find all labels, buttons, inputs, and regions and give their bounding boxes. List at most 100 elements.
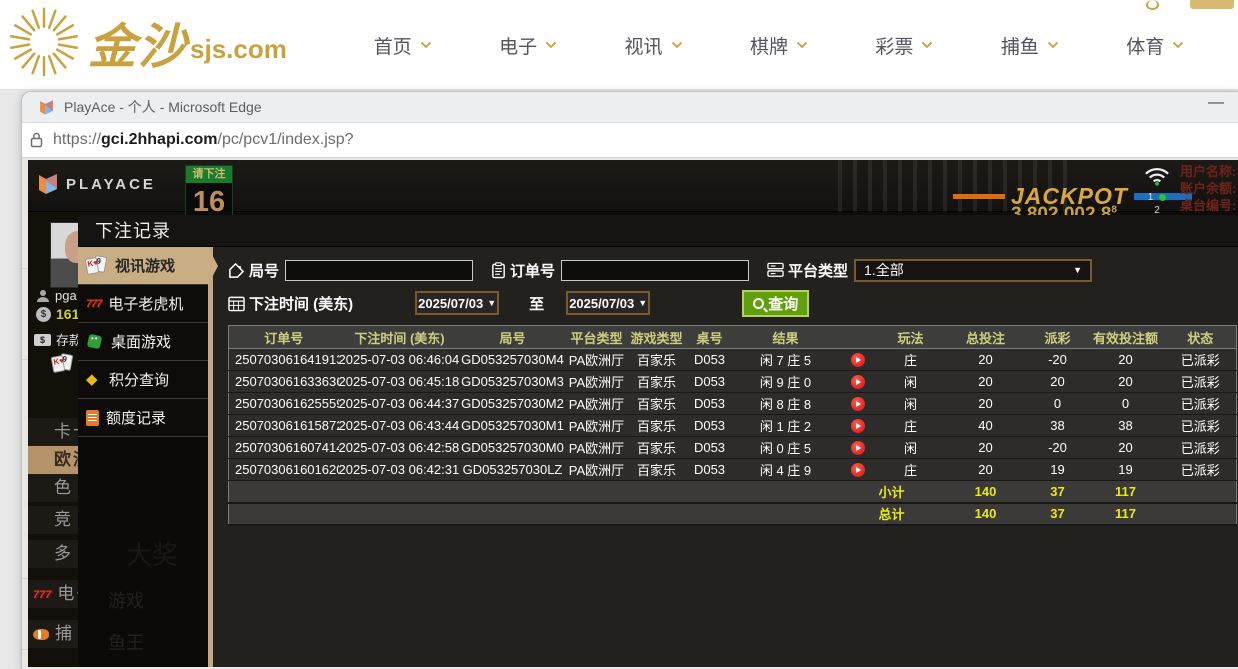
platform-list-icon	[767, 262, 784, 278]
table-row: 2507030616016202025-07-03 06:42:31GD0532…	[229, 459, 1237, 481]
bet-time-label: 下注时间 (美东)	[249, 293, 353, 314]
filter-row-2: 下注时间 (美东) 2025/07/03▼ 至 2025/07/03▼ 查询	[228, 288, 1238, 318]
status-badge: 已派彩	[1165, 459, 1237, 481]
chevron-down-icon	[921, 41, 933, 49]
site-logo-domain: sjs.com	[190, 34, 287, 65]
table-row: 2507030616255592025-07-03 06:44:37GD0532…	[229, 393, 1237, 415]
replay-icon[interactable]	[851, 463, 865, 477]
menu-item-table-games[interactable]: 桌面游戏	[78, 323, 208, 361]
chevron-down-icon	[1047, 41, 1059, 49]
date-from-button[interactable]: 2025/07/03▼	[415, 291, 499, 315]
partial-gold-text	[1190, 0, 1234, 9]
nav-item-cards[interactable]: 棋牌	[750, 32, 808, 59]
username: pga	[55, 288, 77, 303]
ghost-text-2: 鱼王	[108, 629, 144, 655]
filter-row-1: 局号 订单号	[228, 255, 1238, 285]
countdown-label: 请下注	[186, 166, 232, 183]
table-row: 2507030616419132025-07-03 06:46:04GD0532…	[229, 349, 1237, 371]
order-no-input[interactable]	[561, 260, 749, 281]
platform-type-select[interactable]: 1.全部 ▼	[854, 259, 1092, 282]
network-status: 1 2	[1140, 166, 1174, 217]
payout-cell: -20	[1029, 349, 1087, 371]
deposit-row[interactable]: $ 存款	[34, 330, 82, 349]
nav-item-fishing[interactable]: 捕鱼	[1001, 32, 1059, 59]
ghost-text-1: 游戏	[108, 587, 144, 613]
menu-item-video-games[interactable]: 9K♥ 视讯游戏	[78, 247, 208, 285]
lock-icon	[30, 132, 43, 148]
calendar-icon	[228, 295, 245, 312]
tag-icon	[228, 262, 245, 279]
site-logo: 金沙 sjs.com	[6, 4, 287, 80]
fish-icon	[33, 629, 49, 640]
col-order: 订单号	[229, 326, 339, 349]
playace-game: PLAYACE JACKPOT 3,802,002.88 1	[28, 160, 1238, 667]
col-table: 桌号	[685, 326, 735, 349]
cards-icon: 9K♥	[52, 354, 74, 374]
nav-item-lottery[interactable]: 彩票	[875, 32, 933, 59]
game-brand-text: PLAYACE	[66, 176, 156, 193]
round-no-input[interactable]	[285, 260, 473, 281]
col-time: 下注时间 (美东)	[339, 326, 461, 349]
replay-icon[interactable]	[851, 353, 865, 367]
grand-total-label: 总计	[879, 503, 943, 525]
menu-item-slots[interactable]: 777 电子老虎机	[78, 285, 208, 323]
net-line-1: 1	[1140, 191, 1174, 204]
status-badge: 已派彩	[1165, 415, 1237, 437]
watermark-text: 大奖	[126, 535, 178, 572]
account-balance-label: 账户余额:	[1180, 180, 1238, 197]
game-brand: PLAYACE	[36, 172, 156, 196]
person-icon	[36, 289, 50, 303]
modal-menu: 9K♥ 视讯游戏 777 电子老虎机 桌面游戏	[78, 247, 208, 667]
payout-cell: 19	[1029, 459, 1087, 481]
nav-item-live[interactable]: 视讯	[625, 32, 683, 59]
replay-icon[interactable]	[851, 419, 865, 433]
menu-accent-strip	[208, 247, 213, 667]
diamond-icon	[86, 373, 102, 387]
nav-item-home[interactable]: 首页	[374, 32, 432, 59]
col-bet: 玩法	[879, 326, 943, 349]
replay-icon[interactable]	[851, 375, 865, 389]
caret-down-icon: ▼	[638, 298, 647, 308]
modal-main: 局号 订单号	[213, 247, 1238, 667]
col-payout: 派彩	[1029, 326, 1087, 349]
bet-countdown: 请下注 16	[185, 165, 233, 222]
subtotal-row: 小计 140 37 117	[229, 481, 1237, 503]
replay-icon[interactable]	[851, 397, 865, 411]
dice-icon	[86, 333, 104, 351]
site-logo-text: 金沙	[88, 7, 188, 77]
table-row: 2507030616336362025-07-03 06:45:18GD0532…	[229, 371, 1237, 393]
chevron-down-icon	[1172, 41, 1184, 49]
date-to-button[interactable]: 2025/07/03▼	[566, 291, 650, 315]
nav-item-slots[interactable]: 电子	[499, 32, 557, 59]
minimize-button[interactable]: —	[1204, 94, 1228, 112]
playace-logo-icon	[36, 172, 60, 196]
replay-icon[interactable]	[851, 441, 865, 455]
playace-app-icon	[38, 99, 55, 116]
browser-titlebar: PlayAce - 个人 - Microsoft Edge —	[22, 92, 1238, 122]
menu-item-quota-records[interactable]: 额度记录	[78, 399, 208, 437]
browser-urlbar[interactable]: https://gci.2hhapi.com/pc/pcv1/index.jsp…	[22, 122, 1238, 158]
account-name-label: 用户名称:	[1180, 163, 1238, 180]
search-icon	[753, 298, 764, 309]
cards-icon: 9K♥	[86, 256, 108, 276]
deposit-icon: $	[34, 334, 51, 346]
menu-item-points-query[interactable]: 积分查询	[78, 361, 208, 399]
col-status: 状态	[1165, 326, 1237, 349]
document-icon	[86, 410, 99, 426]
chevron-down-icon	[545, 41, 557, 49]
caret-down-icon: ▼	[1073, 265, 1082, 275]
balance-row: $ 161	[36, 306, 79, 322]
jackpot-orange-bar	[953, 194, 1005, 199]
status-badge: 已派彩	[1165, 437, 1237, 459]
site-nav-menu: 首页 电子 视讯 棋牌 彩票 捕鱼 体育	[340, 0, 1218, 90]
payout-cell: 38	[1029, 415, 1087, 437]
search-button[interactable]: 查询	[742, 290, 809, 317]
platform-type-label: 平台类型	[788, 260, 848, 281]
payout-cell: 0	[1029, 393, 1087, 415]
balance-value: 161	[56, 306, 79, 322]
nav-item-sports[interactable]: 体育	[1126, 32, 1184, 59]
url-text[interactable]: https://gci.2hhapi.com/pc/pcv1/index.jsp…	[53, 131, 354, 149]
col-game: 游戏类型	[629, 326, 685, 349]
status-badge: 已派彩	[1165, 349, 1237, 371]
slot-777-icon: 777	[86, 298, 101, 310]
